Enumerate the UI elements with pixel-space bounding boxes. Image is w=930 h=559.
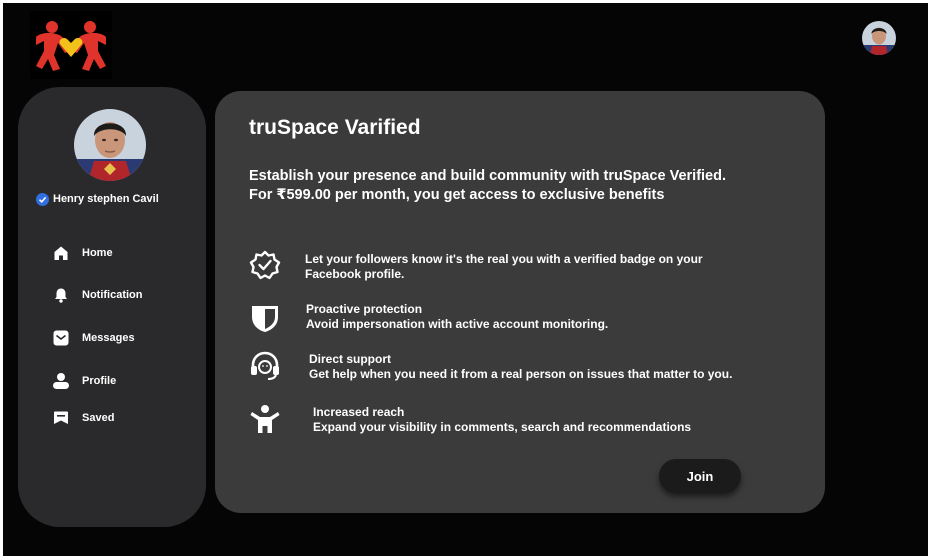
- reach-person-icon: [248, 402, 282, 436]
- sidebar-item-saved[interactable]: Saved: [52, 408, 114, 428]
- benefit-title: Increased reach: [313, 405, 405, 419]
- verified-check-icon: [36, 192, 49, 206]
- join-button[interactable]: Join: [659, 459, 741, 493]
- profile-name[interactable]: Henry stephen Cavil: [53, 193, 159, 205]
- sidebar-item-notification[interactable]: Notification: [52, 285, 143, 305]
- sidebar-item-messages[interactable]: Messages: [52, 328, 135, 348]
- sidebar-item-label: Saved: [82, 412, 115, 424]
- benefit-verified: Let your followers know it's the real yo…: [305, 252, 703, 282]
- sidebar-item-home[interactable]: Home: [52, 243, 113, 263]
- page-title: truSpace Varified: [249, 116, 421, 139]
- benefit-title: Let your followers know it's the real yo…: [305, 252, 703, 266]
- user-avatar[interactable]: [862, 21, 896, 55]
- benefit-description: Avoid impersonation with active account …: [306, 317, 609, 331]
- sidebar-item-label: Home: [82, 247, 113, 259]
- profile-name-row: Henry stephen Cavil: [36, 191, 159, 207]
- benefit-title: Proactive protection: [306, 302, 423, 316]
- user-icon: [52, 372, 70, 390]
- benefit-reach: Increased reach Expand your visibility i…: [313, 405, 691, 435]
- verified-badge-icon: [248, 248, 282, 282]
- sidebar-item-label: Profile: [82, 375, 117, 387]
- sidebar-item-label: Messages: [82, 332, 135, 344]
- intro-text: Establish your presence and build commun…: [249, 168, 726, 203]
- benefit-title: Direct support: [309, 352, 392, 366]
- bell-icon: [52, 286, 70, 304]
- home-icon: [52, 244, 70, 262]
- benefit-description: Get help when you need it from a real pe…: [309, 367, 733, 381]
- app-window: Henry stephen Cavil Home Notification Me…: [3, 3, 928, 556]
- benefit-protection: Proactive protection Avoid impersonation…: [306, 302, 608, 332]
- shield-icon: [248, 301, 282, 335]
- verified-panel: truSpace Varified Establish your presenc…: [215, 91, 825, 513]
- benefit-support: Direct support Get help when you need it…: [309, 352, 732, 382]
- sidebar-item-label: Notification: [82, 289, 143, 301]
- people-heart-logo[interactable]: [30, 11, 112, 79]
- mail-icon: [52, 329, 70, 347]
- profile-avatar[interactable]: [74, 109, 146, 181]
- bookmark-icon: [52, 409, 70, 427]
- benefit-description: Facebook profile.: [305, 267, 405, 281]
- sidebar: Henry stephen Cavil Home Notification Me…: [18, 87, 206, 527]
- support-headset-icon: [248, 349, 282, 383]
- sidebar-item-profile[interactable]: Profile: [52, 371, 116, 391]
- benefit-description: Expand your visibility in comments, sear…: [313, 420, 692, 434]
